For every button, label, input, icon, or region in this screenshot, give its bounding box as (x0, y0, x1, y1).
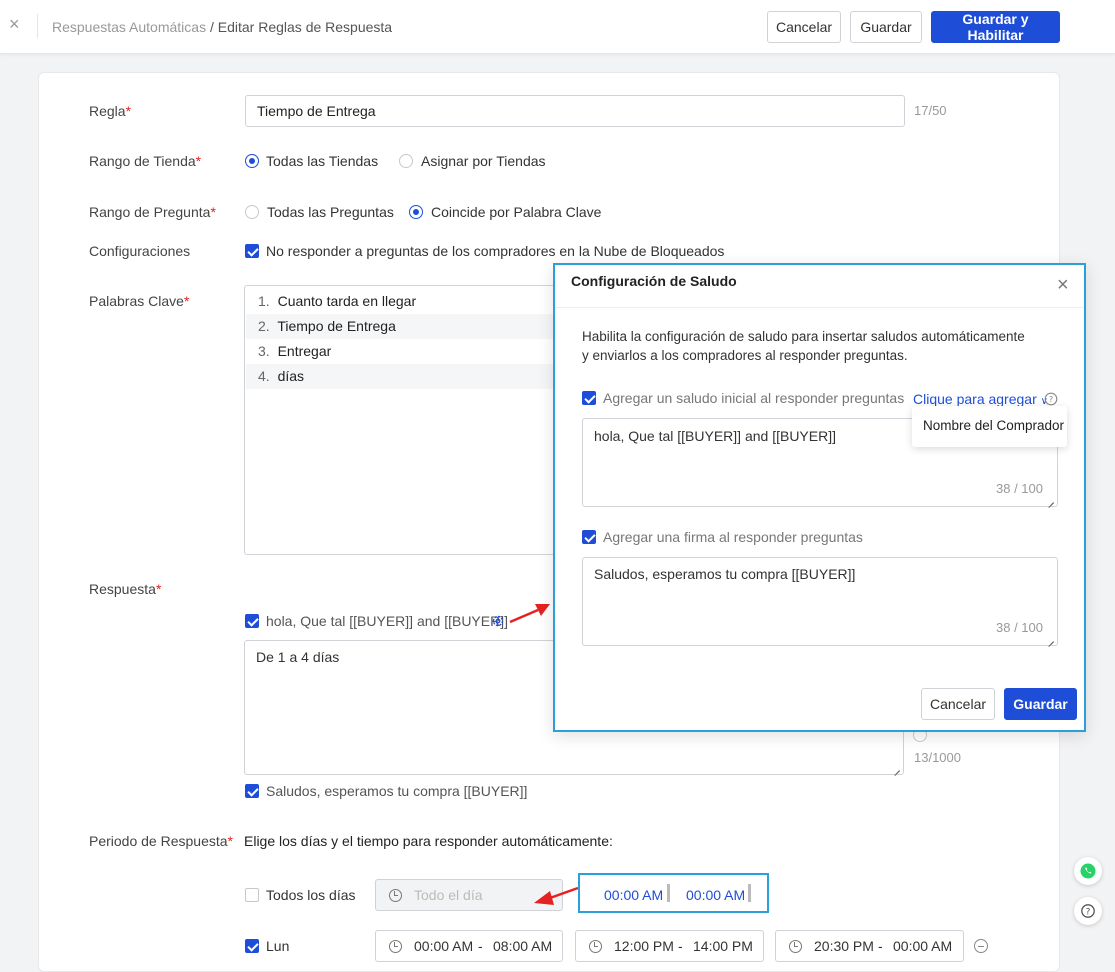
store-range-label: Rango de Tienda* (89, 153, 202, 169)
clock-icon (389, 940, 402, 953)
cancel-button[interactable]: Cancelar (767, 11, 841, 43)
signature-text: Saludos, esperamos tu compra [[BUYER]] (594, 566, 856, 582)
signature-counter: 38 / 100 (996, 620, 1043, 635)
greeting-settings-modal: Configuración de Saludo × Habilita la co… (553, 263, 1086, 732)
settings-label: Configuraciones (89, 243, 191, 259)
keyword-item: 1. Cuanto tarda en llegar (258, 293, 417, 309)
rule-counter: 17/50 (914, 103, 947, 118)
modal-divider (555, 307, 1084, 308)
question-option-all[interactable]: Todas las Preguntas (267, 204, 394, 220)
close-icon[interactable]: × (9, 15, 23, 33)
mon-time-range-3[interactable]: 20:30 PM - 00:00 AM (775, 930, 964, 962)
all-days-checkbox[interactable] (245, 888, 259, 902)
time-start: 20:30 PM (814, 938, 874, 954)
modal-greeting-checkbox[interactable] (582, 391, 596, 405)
time-end: 14:00 PM (693, 938, 753, 954)
modal-description: Habilita la configuración de saludo para… (582, 329, 1025, 363)
store-option-assign[interactable]: Asignar por Tiendas (421, 153, 546, 169)
keyword-item: 3. Entregar (258, 343, 332, 359)
keyword-item: 4. días (246, 364, 556, 389)
time-end: 08:00 AM (493, 938, 553, 954)
time-separator: - (478, 938, 483, 954)
question-radio-all[interactable] (245, 205, 259, 219)
modal-signature-label[interactable]: Agregar una firma al responder preguntas (603, 529, 863, 545)
modal-greeting-label[interactable]: Agregar un saludo inicial al responder p… (603, 390, 904, 406)
resize-handle[interactable] (893, 764, 901, 772)
insert-variable-link[interactable]: Clique para agregar ∨ (913, 391, 1048, 407)
help-icon[interactable]: ? (1044, 392, 1058, 406)
time-separator: - (878, 938, 883, 954)
all-days-time-range[interactable]: 00:00 AM 00:00 AM (578, 873, 769, 913)
time-cursor (667, 884, 670, 902)
question-range-label: Rango de Pregunta* (89, 204, 216, 220)
time-separator: - (678, 938, 683, 954)
response-text: De 1 a 4 días (256, 649, 340, 665)
breadcrumb-parent[interactable]: Respuestas Automáticas (52, 19, 206, 35)
time-cursor (748, 884, 751, 902)
annotation-arrow (534, 886, 579, 905)
breadcrumb-current: / Editar Reglas de Respuesta (209, 19, 393, 35)
rule-label: Regla* (89, 103, 132, 119)
modal-signature-checkbox[interactable] (582, 530, 596, 544)
question-radio-keyword[interactable] (409, 205, 423, 219)
signature-checkbox[interactable] (245, 784, 259, 798)
store-option-all[interactable]: Todas las Tiendas (266, 153, 378, 169)
mon-checkbox[interactable] (245, 939, 259, 953)
help-button[interactable]: ? (1074, 897, 1102, 925)
annotation-arrow (509, 604, 550, 624)
variable-dropdown: Nombre del Comprador (912, 406, 1067, 447)
clock-icon (789, 940, 802, 953)
question-option-keyword[interactable]: Coincide por Palabra Clave (431, 204, 601, 220)
whatsapp-icon (1080, 863, 1096, 879)
svg-text:?: ? (1049, 395, 1053, 404)
greeting-preview: hola, Que tal [[BUYER]] and [[BUYER]] (266, 613, 508, 629)
breadcrumb: Respuestas Automáticas / Editar Reglas d… (52, 19, 392, 35)
period-label: Periodo de Respuesta* (89, 833, 233, 849)
store-radio-assign[interactable] (399, 154, 413, 168)
period-hint: Elige los días y el tiempo para responde… (244, 833, 613, 849)
save-enable-button[interactable]: Guardar y Habilitar (931, 11, 1060, 43)
all-days-start-time[interactable]: 00:00 AM (604, 887, 663, 903)
modal-cancel-button[interactable]: Cancelar (921, 688, 995, 720)
help-icon: ? (1081, 904, 1095, 918)
keywords-label: Palabras Clave* (89, 293, 190, 309)
clock-icon (389, 889, 402, 902)
whatsapp-button[interactable] (1074, 857, 1102, 885)
top-bar: × Respuestas Automáticas / Editar Reglas… (0, 0, 1115, 54)
signature-textarea[interactable]: Saludos, esperamos tu compra [[BUYER]] 3… (582, 557, 1058, 646)
mon-label[interactable]: Lun (266, 938, 289, 954)
resize-handle[interactable] (1047, 635, 1055, 643)
mon-time-range-1[interactable]: 00:00 AM - 08:00 AM (375, 930, 563, 962)
time-start: 00:00 AM (414, 938, 474, 954)
blocked-cloud-checkbox[interactable] (245, 244, 259, 258)
save-button[interactable]: Guardar (850, 11, 922, 43)
store-radio-all[interactable] (245, 154, 259, 168)
all-days-label[interactable]: Todos los días (266, 887, 356, 903)
remove-range-icon[interactable] (974, 939, 988, 953)
blocked-cloud-label[interactable]: No responder a preguntas de los comprado… (266, 243, 724, 259)
greeting-checkbox[interactable] (245, 614, 259, 628)
greeting-counter: 38 / 100 (996, 481, 1043, 496)
modal-title: Configuración de Saludo (571, 273, 737, 289)
dropdown-option-buyer-name[interactable]: Nombre del Comprador (923, 418, 1064, 433)
rule-input[interactable] (245, 95, 905, 127)
time-start: 12:00 PM (614, 938, 674, 954)
svg-text:?: ? (1086, 908, 1091, 918)
keyword-item: 2. Tiempo de Entrega (246, 314, 556, 339)
greeting-text: hola, Que tal [[BUYER]] and [[BUYER]] (594, 428, 836, 444)
time-end: 00:00 AM (893, 938, 953, 954)
modal-save-button[interactable]: Guardar (1004, 688, 1077, 720)
response-label: Respuesta* (89, 581, 162, 597)
signature-preview: Saludos, esperamos tu compra [[BUYER]] (266, 783, 528, 799)
response-counter: 13/1000 (914, 750, 961, 765)
gear-icon[interactable] (491, 614, 505, 628)
all-days-end-time[interactable]: 00:00 AM (686, 887, 745, 903)
mon-time-range-2[interactable]: 12:00 PM - 14:00 PM (575, 930, 764, 962)
modal-close-icon[interactable]: × (1057, 275, 1069, 295)
all-day-placeholder: Todo el día (414, 887, 483, 903)
clock-icon (589, 940, 602, 953)
resize-handle[interactable] (1047, 496, 1055, 504)
header-divider (37, 14, 38, 38)
